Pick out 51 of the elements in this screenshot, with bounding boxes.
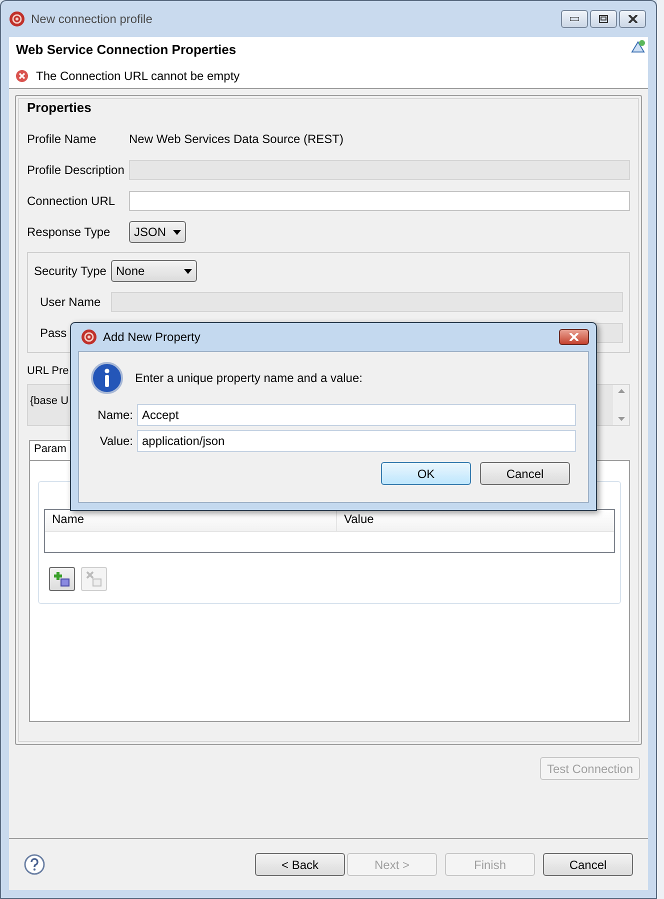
remove-row-icon [86, 571, 102, 587]
minimize-icon [570, 17, 579, 21]
field-label: Security Type [34, 264, 106, 278]
up-arrow-icon [618, 389, 624, 393]
dropdown[interactable]: None [111, 260, 197, 282]
wizard-button[interactable]: < Back [255, 853, 345, 876]
field-label: Profile Description [27, 163, 124, 177]
input-field[interactable] [129, 191, 630, 211]
field-label: Pass [40, 326, 67, 340]
dialog-button[interactable]: OK [381, 462, 471, 485]
error-message: The Connection URL cannot be empty [36, 68, 240, 84]
dropdown[interactable]: JSON [129, 221, 186, 243]
close-icon [569, 333, 579, 341]
field-label: URL Pre [27, 364, 69, 378]
url-preview-text: {base U [30, 395, 69, 407]
field-label: Connection URL [27, 194, 116, 208]
caret-icon [173, 230, 181, 234]
app-logo-icon [81, 329, 97, 345]
maximize-button[interactable] [590, 10, 617, 28]
minimize-button[interactable] [561, 10, 588, 28]
close-button[interactable] [619, 10, 646, 28]
add-row-button[interactable] [49, 567, 75, 591]
down-arrow-icon [618, 417, 624, 421]
dialog-message: Enter a unique property name and a value: [135, 370, 362, 387]
field-label: Profile Name [27, 132, 96, 146]
close-icon [628, 15, 638, 23]
info-icon [91, 362, 123, 394]
field-value: New Web Services Data Source (REST) [129, 131, 344, 148]
dialog-button[interactable]: Cancel [480, 462, 570, 485]
field-label: User Name [40, 295, 101, 309]
wizard-banner-icon [631, 39, 646, 53]
dialog-title: Add New Property [103, 329, 200, 346]
page-title: Web Service Connection Properties [16, 41, 236, 59]
field-label: Response Type [27, 225, 110, 239]
close-button[interactable] [559, 329, 589, 345]
wizard-button[interactable]: Cancel [543, 853, 633, 876]
help-icon[interactable] [24, 854, 45, 875]
group-title: Properties [27, 99, 92, 117]
field-label: Name: [96, 407, 133, 424]
input-field[interactable]: application/json [137, 430, 576, 452]
field-label: Value: [98, 433, 133, 450]
column-header[interactable]: Value [337, 510, 614, 531]
tab[interactable]: Param [29, 440, 72, 460]
error-icon [16, 70, 28, 82]
scrollbar[interactable] [613, 385, 629, 425]
input-field[interactable]: Accept [137, 404, 576, 426]
add-row-icon [54, 571, 70, 587]
maximize-icon [599, 15, 608, 23]
app-logo-icon [9, 11, 25, 27]
window-title: New connection profile [31, 11, 152, 28]
caret-icon [184, 268, 192, 274]
